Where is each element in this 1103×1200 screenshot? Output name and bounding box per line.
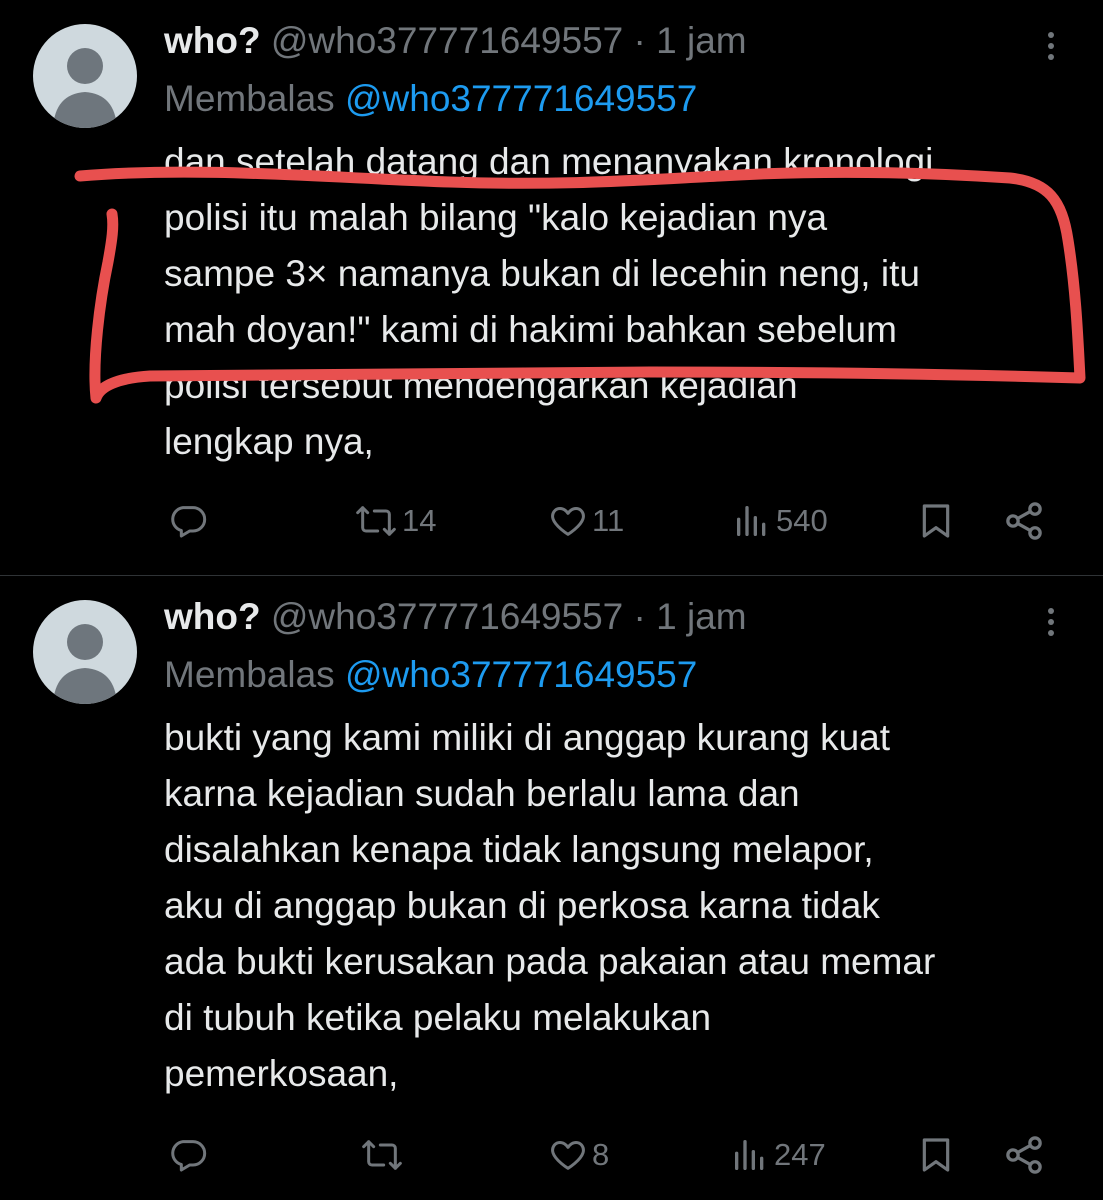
tweet-text-line: ada bukti kerusakan pada pakaian atau me… [164,941,936,982]
views-count: 247 [774,1137,826,1172]
more-options-icon[interactable] [1036,26,1066,66]
author-handle[interactable]: @who377771649557 [271,20,623,61]
share-button[interactable] [1002,496,1046,546]
replying-to: Membalas @who377771649557 [164,652,697,698]
action-bar: 14 11 540 [164,496,1064,546]
like-icon [551,1141,585,1170]
views-icon [737,506,766,536]
retweet-button[interactable] [360,1130,408,1180]
timestamp[interactable]: 1 jam [656,596,746,637]
retweet-button[interactable]: 14 [354,496,436,546]
views-icon [735,1140,764,1170]
separator-dot: · [633,20,646,61]
separator-dot: · [633,596,646,637]
reply-button[interactable] [168,1130,208,1180]
share-icon [1006,502,1042,540]
tweet-1[interactable]: who? @who377771649557 · 1 jam Membalas @… [0,0,1103,575]
views-button[interactable]: 247 [730,1130,826,1180]
bookmark-button[interactable] [916,496,956,546]
views-button[interactable]: 540 [732,496,828,546]
tweet-text-line: polisi tersebut mendengarkan kejadian [164,365,798,406]
tweet-text-line: disalahkan kenapa tidak langsung melapor… [164,829,874,870]
like-count: 11 [592,503,625,538]
tweet-2[interactable]: who? @who377771649557 · 1 jam Membalas @… [0,576,1103,1200]
tweet-text-line: lengkap nya, [164,421,374,462]
bookmark-icon [922,504,950,538]
reply-icon [171,506,207,538]
avatar[interactable] [33,24,137,128]
avatar[interactable] [33,600,137,704]
tweet-text-line: pemerkosaan, [164,1053,399,1094]
tweet-text-line: mah doyan!" kami di hakimi bahkan sebelu… [164,309,897,350]
share-icon [1006,1136,1042,1174]
author-name[interactable]: who? [164,596,261,637]
like-button[interactable]: 8 [548,1130,609,1180]
tweet-text: dan setelah datang dan menanyakan kronol… [164,134,1084,470]
like-button[interactable]: 11 [548,496,624,546]
tweet-text: bukti yang kami miliki di anggap kurang … [164,710,1084,1102]
bookmark-icon [922,1138,950,1172]
timestamp[interactable]: 1 jam [656,20,746,61]
tweet-header: who? @who377771649557 · 1 jam [164,594,747,640]
tweet-text-line: aku di anggap bukan di perkosa karna tid… [164,885,880,926]
author-handle[interactable]: @who377771649557 [271,596,623,637]
tweet-text-line: dan setelah datang dan menanyakan kronol… [164,141,934,182]
like-icon [551,507,585,536]
author-name[interactable]: who? [164,20,261,61]
avatar-placeholder-icon [53,48,117,128]
replying-to: Membalas @who377771649557 [164,76,697,122]
action-bar: 8 247 [164,1130,1064,1180]
reply-label: Membalas [164,654,335,695]
views-count: 540 [776,503,828,538]
tweet-text-line: karna kejadian sudah berlalu lama dan [164,773,800,814]
avatar-placeholder-icon [53,624,117,704]
reply-mention-link[interactable]: @who377771649557 [345,78,697,119]
reply-mention-link[interactable]: @who377771649557 [345,654,697,695]
retweet-icon [356,506,396,536]
reply-icon [171,1140,207,1172]
tweet-text-line: di tubuh ketika pelaku melakukan [164,997,712,1038]
like-count: 8 [592,1137,610,1172]
more-options-icon[interactable] [1036,602,1066,642]
tweet-text-line: sampe 3× namanya bukan di lecehin neng, … [164,253,920,294]
tweet-text-line: polisi itu malah bilang "kalo kejadian n… [164,197,828,238]
retweet-count: 14 [402,503,437,538]
share-button[interactable] [1002,1130,1046,1180]
reply-label: Membalas [164,78,335,119]
retweet-icon [362,1140,402,1170]
tweet-header: who? @who377771649557 · 1 jam [164,18,747,64]
reply-button[interactable] [168,496,208,546]
tweet-text-line: bukti yang kami miliki di anggap kurang … [164,717,890,758]
bookmark-button[interactable] [916,1130,956,1180]
